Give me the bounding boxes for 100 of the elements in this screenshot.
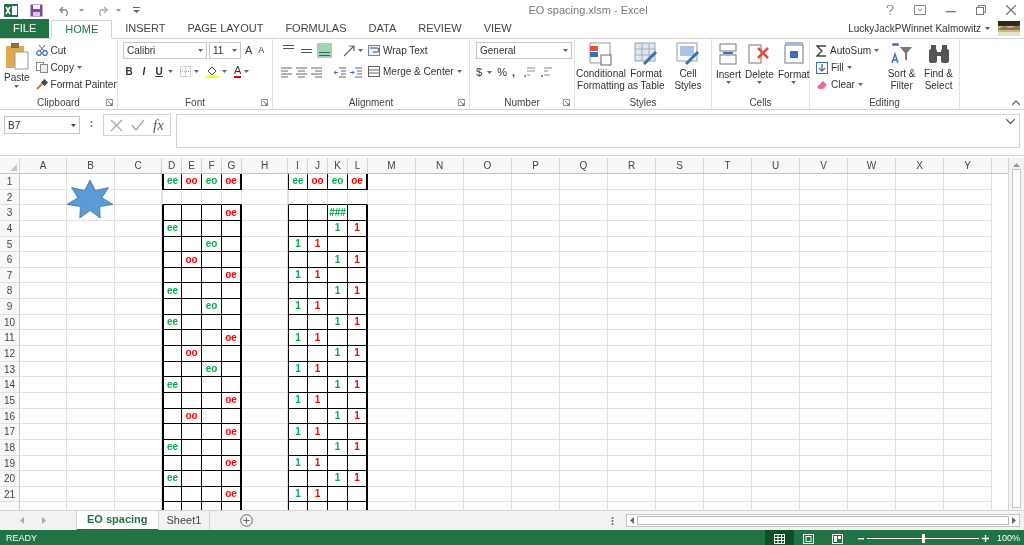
scroll-thumb[interactable] — [637, 516, 1009, 525]
ribbon-tab[interactable]: PAGE LAYOUT — [176, 19, 275, 38]
format-painter-button[interactable]: Format Painter — [33, 76, 119, 93]
scroll-thumb[interactable] — [1012, 169, 1021, 508]
star-shape[interactable] — [66, 179, 114, 219]
style-button[interactable]: Cell Styles — [669, 42, 707, 95]
column-header[interactable]: I — [288, 158, 308, 173]
scroll-up-icon[interactable] — [1013, 163, 1020, 167]
redo-icon[interactable] — [96, 4, 108, 16]
row-header[interactable]: 14 — [0, 377, 20, 393]
add-sheet-icon[interactable] — [240, 514, 254, 527]
row-header[interactable]: 12 — [0, 346, 20, 362]
slider-thumb[interactable] — [921, 534, 925, 543]
currency-button[interactable]: $ — [476, 64, 483, 81]
fill-color-icon[interactable] — [206, 65, 219, 78]
name-box[interactable]: B7 — [4, 116, 80, 134]
column-header[interactable]: H — [242, 158, 288, 173]
bold-button[interactable]: B — [123, 64, 135, 79]
column-header[interactable]: K — [328, 158, 348, 173]
clear-button[interactable]: Clear — [814, 76, 882, 93]
ribbon-tab[interactable]: HOME — [51, 20, 113, 39]
ribbon-tab[interactable]: REVIEW — [407, 19, 473, 38]
vertical-scrollbar[interactable] — [1008, 158, 1024, 510]
enter-icon[interactable] — [131, 119, 145, 131]
insert-function-button[interactable]: fx — [153, 117, 164, 133]
cells-button[interactable]: Format — [777, 42, 810, 95]
column-header[interactable]: L — [348, 158, 368, 173]
ribbon-tab[interactable]: VIEW — [472, 19, 523, 38]
close-icon[interactable] — [1006, 5, 1016, 15]
column-header[interactable]: N — [416, 158, 464, 173]
font-color-button[interactable]: A — [234, 65, 242, 78]
column-header[interactable]: A — [20, 158, 67, 173]
italic-button[interactable]: I — [138, 64, 150, 79]
column-header[interactable]: C — [115, 158, 162, 173]
paste-button[interactable]: Paste — [4, 42, 30, 95]
copy-button[interactable]: Copy — [33, 59, 119, 76]
dialog-launcher-icon[interactable] — [106, 99, 113, 106]
bottom-align-button[interactable] — [317, 43, 332, 58]
cut-button[interactable]: Cut — [33, 42, 119, 59]
cancel-icon[interactable] — [110, 118, 123, 132]
borders-icon[interactable] — [180, 66, 191, 77]
help-icon[interactable] — [886, 5, 894, 15]
save-icon[interactable] — [30, 3, 43, 17]
dialog-launcher-icon[interactable] — [261, 99, 268, 106]
comma-button[interactable]: , — [511, 64, 515, 81]
number-format-dropdown[interactable]: General — [476, 42, 572, 59]
scroll-left-icon[interactable] — [630, 517, 634, 524]
column-header[interactable]: Y — [944, 158, 992, 173]
undo-icon[interactable] — [59, 4, 71, 16]
horizontal-scrollbar[interactable] — [626, 514, 1020, 527]
column-header[interactable]: X — [896, 158, 944, 173]
row-header[interactable]: 6 — [0, 252, 20, 268]
column-header[interactable]: D — [162, 158, 182, 173]
zoom-level[interactable]: 100% — [996, 531, 1020, 545]
expand-icon[interactable] — [1006, 119, 1015, 124]
row-header[interactable]: 17 — [0, 424, 20, 440]
customize-icon[interactable] — [133, 7, 140, 13]
merge-center-button[interactable]: Merge & Center — [366, 63, 464, 80]
ribbon-display-icon[interactable] — [914, 5, 926, 15]
decrease-indent-icon[interactable] — [334, 65, 346, 78]
grow-font-button[interactable]: A — [243, 45, 255, 56]
user-name[interactable]: LuckyJackPWinnet Kalmowitz — [848, 21, 981, 36]
zoom-out-icon[interactable] — [857, 537, 864, 540]
ribbon-tab[interactable]: FORMULAS — [274, 19, 358, 38]
font-size-dropdown[interactable]: 11 — [209, 42, 241, 59]
zoom-in-icon[interactable] — [981, 535, 989, 542]
orientation-icon[interactable] — [343, 44, 355, 57]
column-header[interactable]: M — [368, 158, 416, 173]
scroll-right-icon[interactable] — [1012, 517, 1016, 524]
decrease-decimal-icon[interactable] — [540, 66, 553, 78]
row-header[interactable]: 3 — [0, 205, 20, 221]
column-header[interactable]: R — [608, 158, 656, 173]
column-header[interactable]: O — [464, 158, 512, 173]
restore-icon[interactable] — [976, 5, 986, 15]
column-header[interactable]: F — [202, 158, 222, 173]
file-tab[interactable]: FILE — [0, 19, 50, 38]
increase-decimal-icon[interactable] — [523, 66, 536, 78]
fill-button[interactable]: Fill — [814, 59, 882, 76]
formula-input[interactable] — [175, 114, 1020, 148]
font-name-dropdown[interactable]: Calibri — [123, 42, 207, 59]
column-header[interactable]: E — [182, 158, 202, 173]
more-icon[interactable] — [611, 515, 614, 526]
more-icon[interactable] — [90, 120, 93, 130]
autosum-button[interactable]: AutoSum — [814, 42, 882, 59]
find-select-button[interactable]: Find & Select — [922, 42, 955, 95]
dialog-launcher-icon[interactable] — [458, 99, 465, 106]
cells-button[interactable]: Insert — [716, 42, 741, 95]
row-header[interactable]: 9 — [0, 299, 20, 315]
style-button[interactable]: Format as Table — [627, 42, 665, 95]
collapse-ribbon-icon[interactable] — [1012, 100, 1020, 105]
sheet-tab[interactable]: EO spacing — [76, 510, 159, 531]
column-header[interactable]: V — [800, 158, 848, 173]
column-header[interactable]: Q — [560, 158, 608, 173]
column-header[interactable]: P — [512, 158, 560, 173]
row-header[interactable]: 11 — [0, 330, 20, 347]
percent-button[interactable]: % — [497, 64, 507, 81]
ribbon-tab[interactable]: DATA — [357, 19, 408, 38]
sort-filter-button[interactable]: Sort & Filter — [885, 42, 919, 95]
increase-indent-icon[interactable] — [350, 65, 362, 78]
column-header[interactable]: T — [704, 158, 752, 173]
